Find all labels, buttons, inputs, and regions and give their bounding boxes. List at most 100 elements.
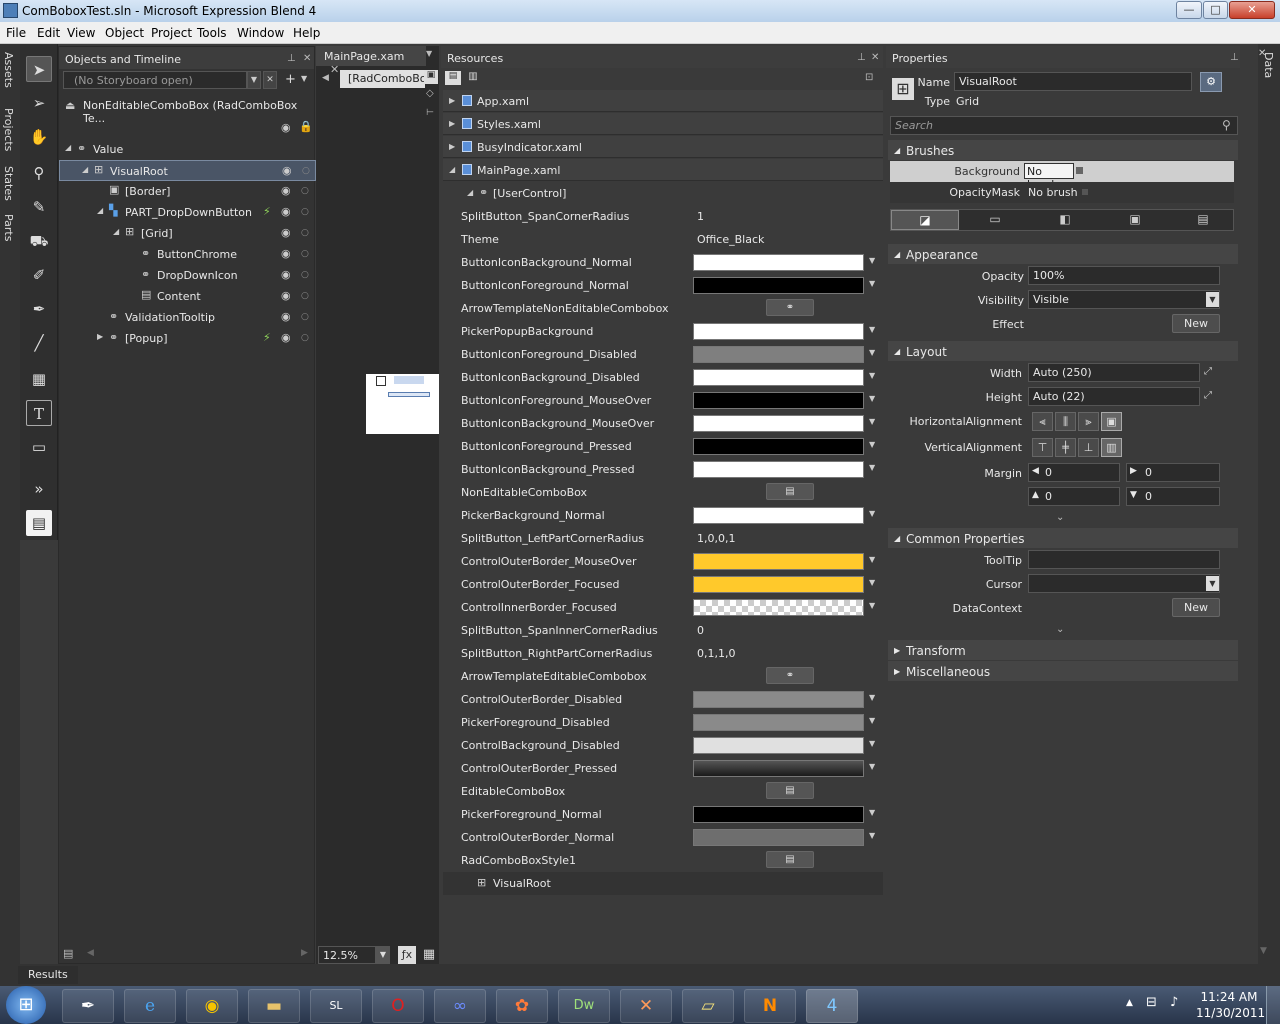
resource-row[interactable]: ArrowTemplateNonEditableCombobox ⚭ [443,297,883,320]
resource-edit-button[interactable]: ▤ [766,851,814,868]
eye-icon[interactable]: ◉ [281,184,291,197]
common-expand-icon[interactable]: ⌄ [1056,624,1064,635]
direct-selection-tool-icon[interactable]: ➢ [26,90,52,116]
resource-brush-tab-icon[interactable]: ▤ [1171,210,1235,230]
color-swatch[interactable] [693,323,864,340]
color-swatch[interactable] [693,829,864,846]
lock-dot-icon[interactable]: ○ [302,166,310,176]
resource-row[interactable]: ControlOuterBorder_Disabled ▼ [443,688,883,711]
collapse-icon[interactable]: ◢ [97,206,103,215]
resource-row[interactable]: SplitButton_SpanInnerCornerRadius 0 [443,619,883,642]
tooltip-field[interactable] [1028,550,1220,569]
breadcrumb[interactable]: [RadComboBo [340,70,425,88]
resource-row[interactable]: ButtonIconBackground_Disabled ▼ [443,366,883,389]
expand-icon[interactable]: ▶ [97,332,103,341]
swatch-dropdown-icon[interactable]: ▼ [869,417,875,426]
color-swatch[interactable] [693,576,864,593]
ruler-icon[interactable]: ⊢ [426,108,434,118]
eye-icon[interactable]: ◉ [281,268,291,281]
pin-icon[interactable]: ⊥ [287,53,296,64]
close-tab-icon[interactable]: ✕ [330,63,339,76]
lock-dot-icon[interactable]: ○ [301,228,309,238]
valign-center-icon[interactable]: ╪ [1055,438,1076,457]
advanced-property-icon[interactable] [1076,167,1083,174]
swatch-dropdown-icon[interactable]: ▼ [869,716,875,725]
scope-up-icon[interactable]: ⏏ [65,99,75,112]
resource-row[interactable]: ControlOuterBorder_Focused ▼ [443,573,883,596]
lock-dot-icon[interactable]: ○ [301,333,309,343]
usercontrol-row[interactable]: ◢ ⚭ [UserControl] [443,182,883,205]
taskbar-ie-icon[interactable]: e [124,989,176,1023]
resource-row[interactable]: PickerForeground_Normal ▼ [443,803,883,826]
timeline-toggle-icon[interactable]: ▤ [63,947,73,960]
show-desktop-button[interactable] [1266,986,1280,1024]
margin-top-field[interactable]: ▲ 0 [1028,487,1120,506]
taskbar-opera-icon[interactable]: O [372,989,424,1023]
menu-object[interactable]: Object [105,26,144,40]
grid-toggle-icon[interactable]: ▦ [420,946,438,964]
grid-tool-icon[interactable]: ▦ [26,366,52,392]
tree-item-buttonchrome[interactable]: ⚭ ButtonChrome ◉ ○ [59,244,316,265]
align-right-icon[interactable]: ⫸ [1078,412,1099,431]
combo-selection-box[interactable] [388,392,430,397]
zoom-field[interactable]: 12.5% [318,946,376,964]
resource-row[interactable]: RadComboBoxStyle1 ▤ [443,849,883,872]
lock-dot-icon[interactable]: ○ [301,291,309,301]
visualroot-resource-row[interactable]: ⊞ VisualRoot [443,872,883,895]
menu-help[interactable]: Help [293,26,320,40]
taskbar-app-feather-icon[interactable]: ✒ [62,989,114,1023]
taskbar-n-icon[interactable]: N [744,989,796,1023]
resource-row[interactable]: ButtonIconForeground_Normal ▼ [443,274,883,297]
resource-row[interactable]: ControlInnerBorder_Focused ▼ [443,596,883,619]
color-swatch[interactable] [693,714,864,731]
layout-section-header[interactable]: ◢ Layout [888,341,1238,361]
results-tab[interactable]: Results [18,966,78,984]
zoom-tool-icon[interactable]: ⚲ [26,160,52,186]
eye-icon[interactable]: ◉ [281,331,291,344]
name-field[interactable]: VisualRoot [954,72,1192,91]
margin-right-field[interactable]: ▶ 0 [1126,463,1220,482]
grid-adorner-icon[interactable] [376,376,386,386]
cursor-dropdown-icon[interactable]: ▼ [1206,576,1219,591]
swatch-dropdown-icon[interactable]: ▼ [869,256,875,265]
design-surface[interactable] [366,374,439,434]
align-stretch-icon[interactable]: ▣ [1101,412,1122,431]
resource-value[interactable]: 0,1,1,0 [697,647,735,660]
effects-toggle-icon[interactable]: ƒx [398,946,416,964]
visibility-dropdown-icon[interactable]: ▼ [1206,292,1219,307]
text-tool-icon[interactable]: T [26,400,52,426]
color-swatch[interactable] [693,553,864,570]
eyedropper-tool-icon[interactable]: ✎ [26,194,52,220]
lock-dot-icon[interactable]: ○ [301,249,309,259]
pan-tool-icon[interactable]: ✋ [26,124,52,150]
no-brush-tab-icon[interactable]: ◪ [891,210,959,230]
lock-all-icon[interactable]: 🔒 [299,120,313,133]
tile-brush-tab-icon[interactable]: ▣ [1101,210,1169,230]
layout-expand-icon[interactable]: ⌄ [1056,512,1064,523]
resource-row[interactable]: SplitButton_SpanCornerRadius 1 [443,205,883,228]
volume-icon[interactable]: ♪ [1170,995,1178,1010]
width-auto-icon[interactable]: ⤢ [1204,366,1212,377]
close-panel-icon[interactable]: ✕ [871,52,879,63]
swatch-dropdown-icon[interactable]: ▼ [869,739,875,748]
tab-assets[interactable]: Assets [2,52,15,88]
resource-edit-button[interactable]: ⚭ [766,299,814,316]
clock-date[interactable]: 11/30/2011 [1196,1006,1265,1020]
tree-item-value[interactable]: ◢ ⚭ Value [59,139,316,160]
resource-value[interactable]: 0 [697,624,704,637]
taskbar-explorer-icon[interactable]: ▬ [248,989,300,1023]
document-tab[interactable]: MainPage.xam ✕ [316,46,426,76]
color-swatch[interactable] [693,599,864,616]
tree-view-icon[interactable]: ▥ [465,71,481,85]
network-icon[interactable]: ⊟ [1146,995,1157,1010]
menu-window[interactable]: Window [237,26,284,40]
selection-tool-icon[interactable]: ➤ [26,56,52,82]
minimize-button[interactable]: — [1176,1,1202,19]
color-swatch[interactable] [693,438,864,455]
collapse-icon[interactable]: ◢ [82,165,88,174]
swatch-dropdown-icon[interactable]: ▼ [869,348,875,357]
collapse-icon[interactable]: ◢ [449,165,455,174]
resource-edit-button[interactable]: ⚭ [766,667,814,684]
swatch-dropdown-icon[interactable]: ▼ [869,601,875,610]
zoom-dropdown-icon[interactable]: ▼ [376,946,390,964]
